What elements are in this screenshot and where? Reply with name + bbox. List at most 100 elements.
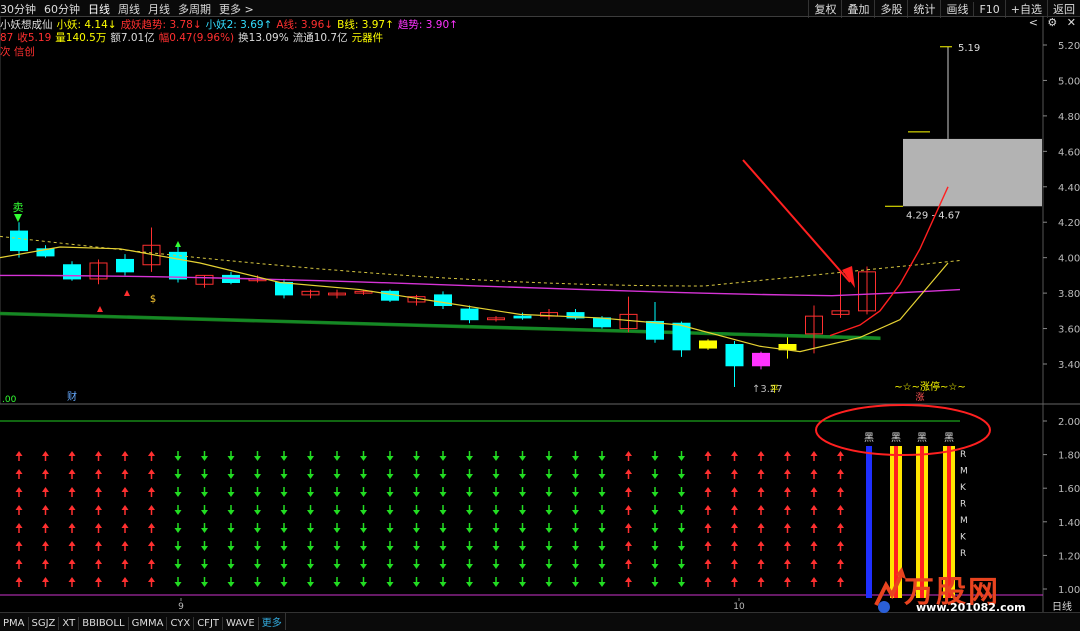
up-arrow-marker bbox=[148, 577, 155, 582]
up-arrow-marker bbox=[731, 469, 738, 474]
down-arrow-marker bbox=[201, 528, 208, 533]
down-arrow-marker bbox=[227, 582, 235, 587]
indicator-tab-5[interactable]: CYX bbox=[167, 617, 195, 630]
high-price-label: 5.19 bbox=[958, 43, 980, 54]
down-arrow-marker bbox=[598, 510, 606, 515]
up-arrow-marker bbox=[42, 577, 49, 582]
price-tick-label: 3.40 bbox=[1058, 360, 1080, 371]
gear-icon[interactable]: ⚙ bbox=[1047, 16, 1057, 29]
down-arrow-marker bbox=[280, 510, 288, 515]
indicator-tab-4[interactable]: GMMA bbox=[129, 617, 168, 630]
price-tick-label: 5.20 bbox=[1058, 41, 1080, 52]
x-axis-label: 10 bbox=[733, 602, 745, 612]
up-arrow-marker bbox=[625, 451, 632, 456]
down-arrow-marker bbox=[333, 582, 341, 587]
period-tab-3[interactable]: 周线 bbox=[118, 1, 140, 17]
up-arrow-marker bbox=[704, 541, 712, 546]
up-arrow-marker bbox=[68, 559, 76, 564]
rise-marker: 涨 bbox=[915, 392, 924, 403]
down-arrow-marker bbox=[651, 528, 659, 533]
up-arrow-marker bbox=[704, 577, 712, 582]
close-icon[interactable]: ✕ bbox=[1067, 16, 1076, 29]
indicator-tab-7[interactable]: WAVE bbox=[223, 617, 259, 630]
down-arrow-marker bbox=[227, 564, 235, 569]
down-arrow-marker bbox=[466, 528, 473, 533]
down-arrow-marker bbox=[174, 546, 182, 551]
down-arrow-marker bbox=[174, 582, 182, 587]
up-arrow-marker bbox=[148, 487, 155, 492]
up-arrow-marker bbox=[784, 505, 791, 510]
price-tick-label: 4.60 bbox=[1058, 147, 1080, 158]
quote-value-3: 额7.01亿 bbox=[110, 32, 155, 44]
period-tab-6[interactable]: 更多 > bbox=[219, 1, 254, 17]
down-arrow-marker bbox=[492, 564, 500, 569]
period-tabs: 30分钟 60分钟 日线 周线 月线 多周期 更多 > bbox=[0, 1, 262, 17]
period-tab-2[interactable]: 日线 bbox=[88, 1, 110, 17]
up-arrow-marker bbox=[625, 541, 632, 546]
up-arrow-marker bbox=[837, 505, 844, 510]
down-arrow-marker bbox=[545, 546, 553, 551]
concept-tag: 次 信创 bbox=[0, 46, 35, 58]
up-arrow-marker bbox=[810, 505, 818, 510]
indicator-tab-2[interactable]: XT bbox=[59, 617, 80, 630]
price-tick-label: 4.80 bbox=[1058, 112, 1080, 123]
up-arrow-marker bbox=[15, 523, 23, 528]
down-arrow-marker bbox=[678, 510, 685, 515]
toolbar-button-5[interactable]: F10 bbox=[973, 2, 1004, 17]
up-arrow-marker bbox=[42, 451, 49, 456]
down-arrow-marker bbox=[307, 546, 314, 551]
period-tab-0[interactable]: 30分钟 bbox=[0, 1, 36, 17]
sub-tick-label: 1.20 bbox=[1058, 551, 1080, 562]
down-arrow-marker bbox=[307, 492, 314, 497]
down-arrow-marker bbox=[333, 456, 341, 461]
down-arrow-marker bbox=[651, 510, 659, 515]
down-arrow-marker bbox=[360, 474, 367, 479]
indicator-tab-0[interactable]: PMA bbox=[0, 617, 29, 630]
up-arrow-marker bbox=[757, 505, 765, 510]
down-arrow-marker bbox=[254, 528, 261, 533]
up-arrow-marker bbox=[68, 451, 76, 456]
up-arrow-marker bbox=[148, 541, 155, 546]
up-arrow-marker bbox=[148, 505, 155, 510]
price-tick-label: 3.60 bbox=[1058, 325, 1080, 336]
up-arrow-marker bbox=[15, 559, 23, 564]
up-arrow-marker bbox=[837, 469, 844, 474]
up-arrow-marker bbox=[731, 505, 738, 510]
up-arrow-marker bbox=[810, 541, 818, 546]
up-arrow-marker bbox=[95, 523, 102, 528]
down-arrow-marker bbox=[280, 528, 288, 533]
period-tab-4[interactable]: 月线 bbox=[148, 1, 170, 17]
down-arrow-marker bbox=[466, 492, 473, 497]
up-arrow-marker bbox=[757, 487, 765, 492]
down-arrow-marker bbox=[413, 582, 420, 587]
down-arrow-marker bbox=[519, 564, 526, 569]
down-arrow-marker bbox=[651, 492, 659, 497]
down-arrow-marker bbox=[678, 564, 685, 569]
up-arrow-marker bbox=[784, 487, 791, 492]
down-arrow-marker bbox=[678, 582, 685, 587]
period-tab-5[interactable]: 多周期 bbox=[178, 1, 211, 17]
indicator-tab-3[interactable]: BBIBOLL bbox=[79, 617, 129, 630]
up-arrow-marker bbox=[95, 559, 102, 564]
down-arrow-marker bbox=[572, 528, 579, 533]
period-tab-1[interactable]: 60分钟 bbox=[44, 1, 80, 17]
down-arrow-marker bbox=[492, 582, 500, 587]
stock-chart[interactable]: 5.20 5.00 4.80 4.60 4.40 4.20 4.00 3.80 3.60 3.40… bbox=[0, 16, 1080, 612]
signal-bar-label: 黑 bbox=[917, 432, 927, 444]
down-arrow-marker bbox=[174, 564, 182, 569]
side-letter-label: M bbox=[960, 467, 968, 477]
down-arrow-marker bbox=[174, 456, 182, 461]
down-arrow-marker bbox=[386, 456, 394, 461]
down-arrow-marker bbox=[413, 528, 420, 533]
down-arrow-marker bbox=[201, 492, 208, 497]
up-arrow-marker bbox=[731, 559, 738, 564]
indicator-tab-1[interactable]: SGJZ bbox=[29, 617, 60, 630]
indicator-tab-8[interactable]: 更多 bbox=[259, 613, 286, 630]
sub-tick-label: 1.00 bbox=[1058, 585, 1080, 596]
down-arrow-marker bbox=[519, 492, 526, 497]
candle-body bbox=[699, 340, 717, 349]
up-arrow-marker bbox=[121, 577, 129, 582]
collapse-icon[interactable]: < bbox=[1029, 16, 1038, 29]
indicator-tab-6[interactable]: CFJT bbox=[194, 617, 223, 630]
down-arrow-marker bbox=[360, 492, 367, 497]
